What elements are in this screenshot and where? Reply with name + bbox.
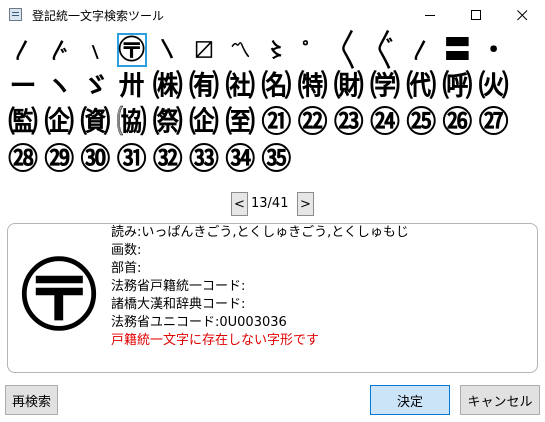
glyph-cell[interactable]: ・ <box>479 33 509 67</box>
glyph-cell[interactable]: 〼 <box>189 33 219 67</box>
glyph-cell[interactable]: ㉞ <box>225 143 255 177</box>
maximize-button[interactable] <box>453 0 499 30</box>
glyph-cell[interactable]: ゞ <box>80 70 110 104</box>
glyph-cell[interactable]: ㉔ <box>370 106 400 140</box>
glyph-cell[interactable]: ㉘ <box>8 143 38 177</box>
minimize-icon <box>425 15 435 16</box>
glyph-cell[interactable]: 〺 <box>117 70 147 104</box>
warning-text: 戸籍統一文字に存在しない字形です <box>111 333 320 348</box>
glyph-cell[interactable]: 〓 <box>442 33 472 67</box>
glyph-cell[interactable]: ㉚ <box>80 143 110 177</box>
glyph-cell[interactable]: ㉟ <box>261 143 291 177</box>
ok-button[interactable]: 決定 <box>370 385 450 415</box>
glyph-cell[interactable]: ㉀ <box>153 106 183 140</box>
unicode-text: 法務省ユニコード:0U003036 <box>111 315 287 330</box>
maximize-icon <box>471 10 481 20</box>
glyph-cell[interactable]: 〽 <box>225 33 255 67</box>
glyph-cell[interactable]: ㈲ <box>189 70 219 104</box>
glyph-cell[interactable]: 〱 <box>334 33 364 67</box>
glyph-cell[interactable]: ー <box>8 70 38 104</box>
glyph-cell[interactable]: ㉃ <box>225 106 255 140</box>
glyph-cell[interactable]: ㈻ <box>370 70 400 104</box>
glyph-cell[interactable]: 〲 <box>370 33 400 67</box>
glyph-cell[interactable]: ゜ <box>298 33 328 67</box>
selected-glyph-preview: 〶 <box>20 252 99 342</box>
glyph-cell[interactable]: ㈳ <box>225 70 255 104</box>
glyph-cell[interactable]: ㈽ <box>44 106 74 140</box>
glyph-cell[interactable]: 〵 <box>153 33 183 67</box>
reading-text: 読み:いっぱんきごう,とくしゅきごう,とくしゅもじ <box>111 225 409 240</box>
glyph-cell[interactable]: 〴 <box>44 33 74 67</box>
glyph-cell[interactable]: ㉛ <box>117 143 147 177</box>
window-title: 登記統一文字検索ツール <box>32 9 165 23</box>
glyph-cell[interactable]: ㈿ <box>117 106 147 140</box>
close-button[interactable] <box>499 0 545 30</box>
pager: < 13/41 > <box>231 192 317 218</box>
morohashi-code-text: 諸橋大漢和辞典コード: <box>111 297 246 312</box>
glyph-cell[interactable]: ㈺ <box>442 70 472 104</box>
glyph-cell[interactable]: ㈴ <box>261 70 291 104</box>
glyph-cell[interactable]: ㈱ <box>153 70 183 104</box>
glyph-cell[interactable]: 〳 <box>406 33 436 67</box>
glyph-cell[interactable]: ㉖ <box>442 106 472 140</box>
radical-text: 部首: <box>111 261 142 276</box>
page-indicator: 13/41 <box>251 196 289 211</box>
glyph-cell[interactable]: 〻 <box>261 33 291 67</box>
title-bar: 登記統一文字検索ツール <box>0 0 545 30</box>
glyph-cell[interactable]: ㈼ <box>8 106 38 140</box>
glyph-cell[interactable]: ㈶ <box>334 70 364 104</box>
glyph-cell[interactable]: ㉕ <box>406 106 436 140</box>
prev-page-button[interactable]: < <box>231 192 248 216</box>
glyph-info: 読み:いっぱんきごう,とくしゅきごう,とくしゅもじ 画数: 部首: 法務省戸籍統… <box>111 224 409 350</box>
minimize-button[interactable] <box>407 0 453 30</box>
next-page-button[interactable]: > <box>297 192 314 216</box>
research-button[interactable]: 再検索 <box>5 385 58 415</box>
glyph-cell[interactable]: ㉜ <box>153 143 183 177</box>
glyph-cell[interactable]: ㉓ <box>334 106 364 140</box>
glyph-cell[interactable]: ヽ <box>44 70 74 104</box>
glyph-cell[interactable]: ㉙ <box>44 143 74 177</box>
glyph-cell[interactable]: ㉒ <box>298 106 328 140</box>
glyph-cell[interactable]: ㈾ <box>80 106 110 140</box>
strokes-text: 画数: <box>111 243 142 258</box>
cancel-button[interactable]: キャンセル <box>460 385 540 415</box>
koseki-code-text: 法務省戸籍統一コード: <box>111 279 246 294</box>
glyph-grid: 〳〴 ﹨ 〶〵〼〽〻゜〱〲〳〓・ーヽゞ〺㈱㈲㈳㈴㈵㈶㈻㈹㈺㈫㈼㈽㈾㈿㉀㈽㉃㉑㉒㉓㉔㉕… <box>3 31 543 179</box>
glyph-cell[interactable]: ㈵ <box>298 70 328 104</box>
glyph-cell[interactable]: 〶 <box>116 33 147 67</box>
glyph-cell[interactable]: ㈫ <box>479 70 509 104</box>
glyph-cell[interactable]: ㈽ <box>189 106 219 140</box>
glyph-cell[interactable]: ㉝ <box>189 143 219 177</box>
glyph-cell[interactable]: ㈹ <box>406 70 436 104</box>
app-icon <box>9 8 22 21</box>
glyph-cell[interactable]: ㉑ <box>261 106 291 140</box>
glyph-cell[interactable]: ㉗ <box>479 106 509 140</box>
close-icon <box>517 10 528 21</box>
glyph-cell[interactable]: ﹨ <box>80 33 110 67</box>
glyph-cell[interactable]: 〳 <box>8 33 38 67</box>
